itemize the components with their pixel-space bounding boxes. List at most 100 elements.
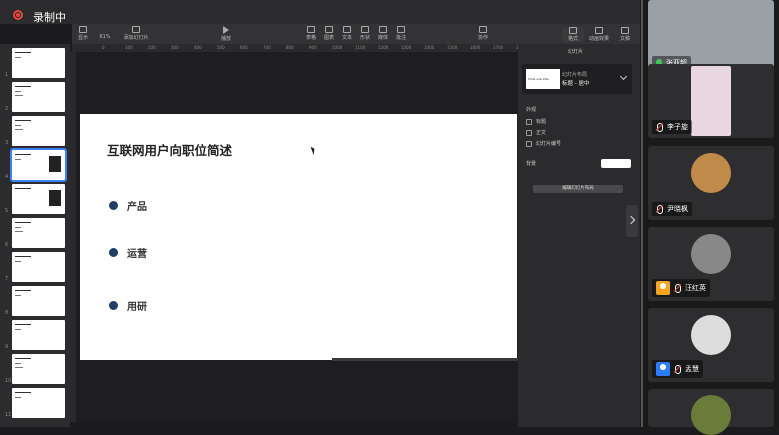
collaborate-button[interactable]: 协作 [472, 26, 494, 41]
slide-number: 1 [5, 72, 9, 78]
slide-navigator: 1 2 3 4 5 6 7 8 9 10 11 [0, 44, 70, 427]
comment-icon [397, 26, 405, 33]
background-label: 背景 [526, 161, 537, 167]
recording-bar: 录制中 [0, 0, 640, 24]
animate-icon [595, 27, 603, 34]
slide-number: 10 [5, 378, 12, 384]
tab-document[interactable]: 文稿 [614, 27, 636, 42]
ruler-tick: 700 [263, 45, 271, 50]
document-icon [621, 27, 629, 34]
appearance-label: 外观 [526, 107, 537, 113]
ruler-tick: 1300 [401, 45, 412, 50]
slide-thumbnail[interactable] [12, 82, 65, 112]
layout-value: 标题 - 居中 [562, 81, 590, 87]
slide-thumbnail[interactable] [12, 116, 65, 146]
mic-off-icon [674, 284, 681, 293]
slide-shadow [332, 358, 518, 361]
table-icon [307, 26, 315, 33]
edit-layout-button[interactable]: 编辑幻灯片布局 [533, 185, 623, 193]
ruler-tick: 100 [125, 45, 133, 50]
ruler-tick: 1400 [424, 45, 435, 50]
bullet-item[interactable]: 产品 [109, 198, 147, 213]
format-panel [518, 44, 640, 427]
slide-number: 4 [5, 174, 9, 180]
ruler-tick: 300 [171, 45, 179, 50]
mic-off-icon [656, 123, 663, 132]
ruler-tick: 1200 [378, 45, 389, 50]
title-checkbox[interactable]: 标题 [526, 118, 546, 125]
participant-name: 孟慧 [652, 360, 703, 378]
slide-number: 8 [5, 310, 9, 316]
slide-thumbnail[interactable] [12, 252, 65, 282]
media-icon [379, 26, 387, 33]
mic-off-icon [674, 365, 681, 374]
brush-icon [569, 27, 577, 34]
user-icon [656, 362, 670, 376]
panel-heading: 幻灯片 [568, 49, 584, 55]
plus-icon [132, 26, 140, 33]
bullet-item[interactable]: 运营 [109, 245, 147, 260]
slide-number: 11 [5, 412, 12, 418]
avatar [691, 66, 731, 136]
slide-number: 3 [5, 140, 9, 146]
chart-icon [325, 26, 333, 33]
zoom-select[interactable]: 61% [94, 26, 116, 40]
tab-format[interactable]: 格式 [562, 27, 584, 42]
slide-thumbnail[interactable] [12, 320, 65, 350]
ruler-tick: 1000 [332, 45, 343, 50]
record-icon[interactable] [13, 10, 23, 20]
slide-thumbnail[interactable] [12, 354, 65, 384]
chevron-right-icon[interactable] [626, 205, 638, 237]
recording-label: 录制中 [33, 11, 66, 24]
participant-name: 尹晓枫 [652, 202, 692, 216]
chevron-down-icon [619, 72, 628, 81]
ruler-tick: 500 [217, 45, 225, 50]
background-color-swatch[interactable] [601, 159, 631, 168]
play-icon [223, 26, 229, 34]
participant-tile[interactable]: 孟慧 [648, 308, 774, 382]
layout-thumbnail: Slide sub-title [526, 69, 560, 89]
slide-number-checkbox[interactable]: 幻灯片编号 [526, 140, 561, 147]
shape-icon [361, 26, 369, 33]
bullet-dot [109, 248, 118, 257]
ruler-tick: 1500 [447, 45, 458, 50]
bullet-item[interactable]: 用研 [109, 298, 147, 313]
avatar [691, 315, 731, 355]
participant-name: 李子旋 [652, 120, 692, 134]
add-slide-button[interactable]: 添加幻灯片 [122, 26, 150, 41]
collaborate-icon [479, 26, 487, 33]
ruler-tick: 200 [148, 45, 156, 50]
body-checkbox[interactable]: 正文 [526, 129, 546, 136]
horizontal-ruler: 0 100 200 300 400 500 600 700 800 900 1000 1100 1200… [72, 44, 549, 52]
view-button[interactable]: 显示 [72, 26, 94, 41]
participant-tile[interactable]: 尹晓枫 [648, 146, 774, 220]
slide-number: 6 [5, 242, 9, 248]
ruler-tick: 400 [194, 45, 202, 50]
participant-tile[interactable]: 汪红英 [648, 227, 774, 301]
ruler-tick: 1100 [355, 45, 366, 50]
slide-thumbnail[interactable] [12, 184, 65, 214]
participant-tile[interactable]: 李子旋 [648, 64, 774, 138]
participant-tile[interactable] [648, 389, 774, 435]
avatar [691, 395, 731, 435]
slide[interactable]: 互联网用户向职位简述 产品 运营 用研 [80, 114, 517, 360]
slide-thumbnail[interactable] [12, 286, 65, 316]
slide-thumbnail[interactable] [12, 388, 65, 418]
avatar [691, 153, 731, 193]
ruler-tick: 600 [240, 45, 248, 50]
ruler-tick: 1600 [470, 45, 481, 50]
comment-button[interactable]: 批注 [390, 26, 412, 41]
bullet-dot [109, 301, 118, 310]
layout-select[interactable]: Slide sub-title 幻灯片布局 标题 - 居中 [522, 64, 632, 94]
slide-number: 5 [5, 208, 9, 214]
avatar [691, 234, 731, 274]
slide-thumbnail-selected[interactable] [10, 148, 67, 182]
bullet-dot [109, 201, 118, 210]
slide-thumbnail[interactable] [12, 218, 65, 248]
play-button[interactable]: 播放 [215, 26, 237, 42]
participant-tile[interactable]: 张亚超 [648, 0, 774, 74]
ruler-tick: 1700 [493, 45, 504, 50]
slide-thumbnail[interactable] [12, 48, 65, 78]
tab-animate[interactable]: 动画效果 [586, 27, 612, 42]
slide-title[interactable]: 互联网用户向职位简述 [107, 140, 232, 159]
